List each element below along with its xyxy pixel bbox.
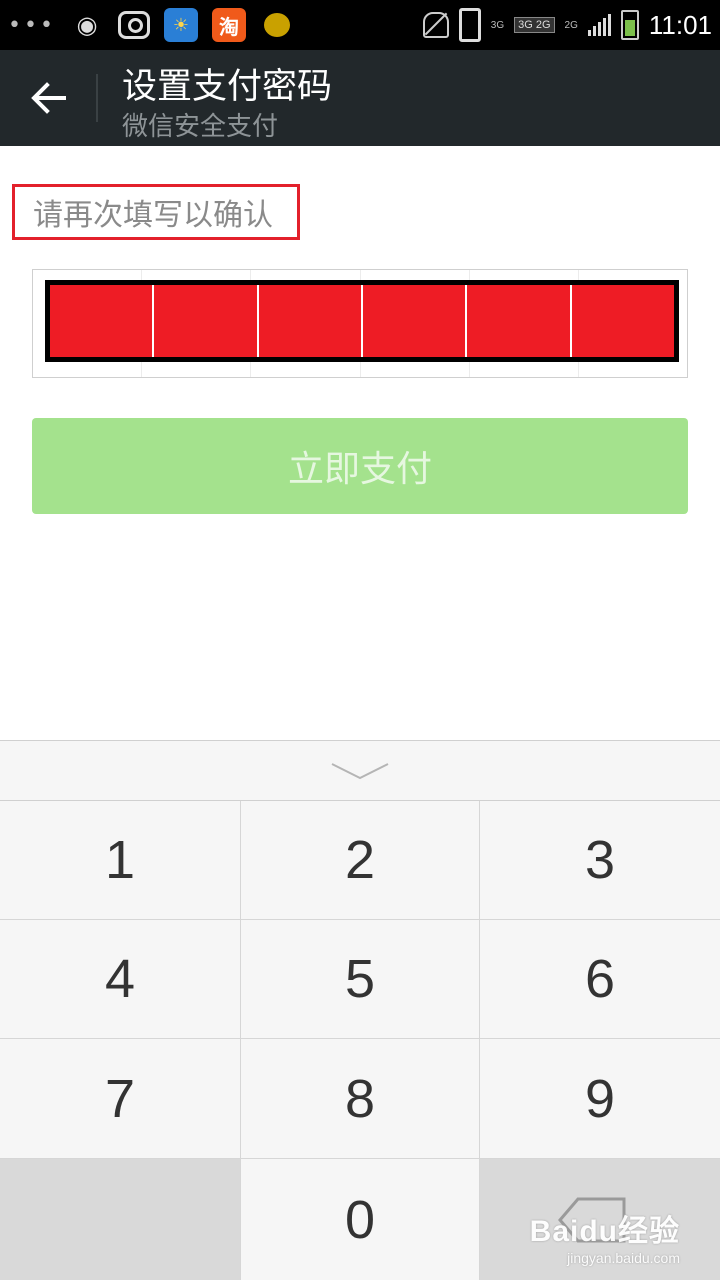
password-cell xyxy=(154,285,259,357)
action-bar: 设置支付密码 微信安全支付 xyxy=(0,50,720,146)
bell-muted-icon xyxy=(422,12,449,38)
confirm-prompt: 请再次填写以确认 xyxy=(12,184,300,240)
clock: 11:01 xyxy=(648,9,712,40)
password-cell xyxy=(467,285,572,357)
camera-icon xyxy=(117,11,150,39)
battery-icon xyxy=(620,10,639,40)
chat-bubble-icon xyxy=(260,8,294,42)
key-blank xyxy=(0,1159,241,1280)
chevron-down-icon xyxy=(331,762,389,779)
page-subtitle: 微信安全支付 xyxy=(122,111,279,141)
status-bar: ••• ◉ ☀ 淘 3G 3G 2G 2G 11:01 xyxy=(0,0,720,50)
key-6[interactable]: 6 xyxy=(480,920,720,1039)
key-0[interactable]: 0 xyxy=(241,1159,480,1280)
password-cell xyxy=(258,285,363,357)
key-8[interactable]: 8 xyxy=(241,1039,480,1159)
network-3g-indicator: 3G xyxy=(490,19,505,31)
password-cell xyxy=(50,285,155,357)
taobao-icon: 淘 xyxy=(211,8,246,42)
password-input[interactable] xyxy=(32,269,688,378)
more-dots-icon: ••• xyxy=(8,12,56,38)
baidu-watermark: Baidu经验 jingyan.baidu.com xyxy=(529,1215,680,1266)
back-button[interactable] xyxy=(20,70,76,126)
keypad-collapse-button[interactable] xyxy=(0,740,720,801)
weather-icon: ☀ xyxy=(163,8,198,42)
key-9[interactable]: 9 xyxy=(480,1039,720,1159)
arrow-left-icon xyxy=(31,82,66,114)
dual-network-indicator: 3G 2G xyxy=(514,17,555,33)
password-cell xyxy=(362,285,468,357)
phone-vibrate-icon xyxy=(458,8,481,42)
key-4[interactable]: 4 xyxy=(0,920,241,1039)
key-7[interactable]: 7 xyxy=(0,1039,241,1159)
key-2[interactable]: 2 xyxy=(241,801,480,920)
key-3[interactable]: 3 xyxy=(480,801,720,920)
numeric-keypad: 1 2 3 4 5 6 7 8 9 0 Baidu经验 jingyan.baid… xyxy=(0,740,720,1280)
password-cells xyxy=(45,280,679,362)
password-cell xyxy=(571,285,674,357)
network-2g-indicator: 2G xyxy=(564,19,578,31)
header-divider xyxy=(96,74,98,122)
signal-icon xyxy=(587,14,611,36)
pay-now-button[interactable]: 立即支付 xyxy=(32,418,688,514)
key-1[interactable]: 1 xyxy=(0,801,241,920)
confirm-prompt-text: 请再次填写以确认 xyxy=(33,199,273,232)
key-5[interactable]: 5 xyxy=(241,920,480,1039)
weibo-icon: ◉ xyxy=(76,11,98,39)
page-title: 设置支付密码 xyxy=(122,67,333,106)
key-delete[interactable]: Baidu经验 jingyan.baidu.com xyxy=(480,1159,720,1280)
